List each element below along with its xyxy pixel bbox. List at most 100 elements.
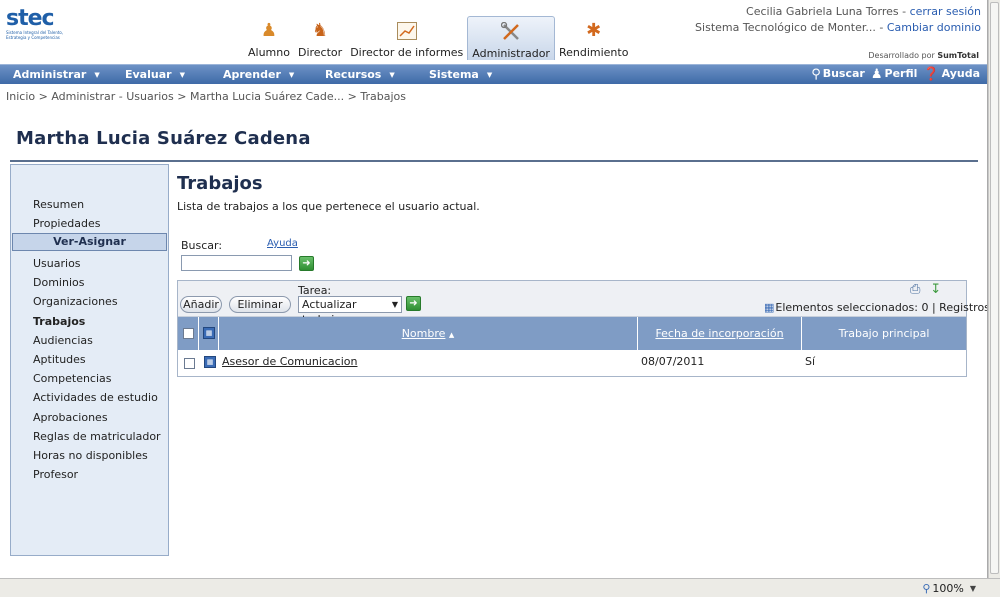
delete-button[interactable]: Eliminar — [229, 296, 291, 313]
search-icon: ⚲ — [811, 67, 821, 82]
menu-sistema[interactable]: Sistema ▼ — [429, 68, 492, 81]
developed-by-prefix: Desarrollado por — [868, 51, 935, 60]
tool-label: Buscar — [822, 67, 865, 80]
chevron-down-icon: ▼ — [389, 71, 395, 79]
search-input[interactable] — [181, 255, 292, 271]
chevron-down-icon: ▼ — [288, 71, 295, 79]
search-label: Buscar: — [181, 239, 223, 252]
chevron-down-icon: ▼ — [969, 584, 976, 593]
help-link[interactable]: Ayuda — [267, 238, 298, 249]
table-row: ▦ Asesor de Comunicacion 08/07/2011 Sí — [178, 350, 966, 376]
select-all-checkbox[interactable] — [183, 328, 194, 339]
menu-evaluar[interactable]: Evaluar ▼ — [125, 68, 185, 81]
help-tool[interactable]: ❓ Ayuda — [923, 67, 980, 82]
role-director[interactable]: ♞ Director — [294, 16, 346, 60]
nav-item-dominios[interactable]: Dominios — [33, 276, 84, 289]
zoom-control[interactable]: ⚲ 100% ▼ — [922, 582, 976, 595]
tool-label: Perfil — [884, 67, 918, 80]
nav-item-audiencias[interactable]: Audiencias — [33, 334, 93, 347]
chevron-down-icon: ▼ — [94, 71, 100, 79]
header-nombre[interactable]: Nombre ▲ — [219, 317, 638, 350]
vertical-scrollbar[interactable] — [988, 0, 1000, 578]
grid-tool-icons: ⎙ ↧ — [910, 282, 941, 297]
menu-label: Administrar — [13, 68, 87, 81]
menu-recursos[interactable]: Recursos ▼ — [325, 68, 395, 81]
nav-item-aprobaciones[interactable]: Aprobaciones — [33, 411, 108, 424]
role-switcher: ♟ Alumno ♞ Director Director de informes… — [244, 16, 632, 60]
change-domain-link[interactable]: Cambiar dominio — [887, 21, 981, 34]
role-label: Rendimiento — [558, 46, 629, 59]
print-icon[interactable]: ⎙ — [910, 282, 920, 297]
sort-nombre-link[interactable]: Nombre — [402, 327, 446, 340]
runner-icon: ✱ — [586, 20, 602, 41]
report-chart-icon — [396, 20, 418, 42]
section-heading: Trabajos — [177, 173, 263, 194]
stec-logo[interactable]: stec Sistema Integral del Talento, Estra… — [6, 8, 66, 50]
profile-tool[interactable]: ♟ Perfil — [871, 67, 918, 82]
nav-item-profesor[interactable]: Profesor — [33, 468, 78, 481]
menu-administrar[interactable]: Administrar ▼ — [13, 68, 100, 81]
browser-status-bar: ⚲ 100% ▼ — [0, 578, 1000, 597]
tool-label: Ayuda — [941, 67, 980, 80]
menu-aprender[interactable]: Aprender ▼ — [223, 68, 294, 81]
chevron-down-icon: ▼ — [391, 300, 398, 309]
nav-item-usuarios[interactable]: Usuarios — [33, 257, 81, 270]
breadcrumb[interactable]: Inicio > Administrar - Usuarios > Martha… — [6, 90, 406, 103]
developed-by: Desarrollado por SumTotal — [868, 51, 979, 60]
main-menu-bar: Administrar ▼ Evaluar ▼ Aprender ▼ Recursos… — [0, 64, 987, 84]
menu-label: Recursos — [325, 68, 382, 81]
user-box: Cecilia Gabriela Luna Torres - cerrar se… — [695, 4, 981, 36]
nav-item-propiedades[interactable]: Propiedades — [33, 217, 100, 230]
help-icon: ❓ — [923, 67, 940, 82]
header-type-col: ▦ — [199, 317, 219, 350]
logo-subtitle: Sistema Integral del Talento, Estrategia… — [6, 30, 64, 40]
task-go-button[interactable]: ➜ — [406, 296, 421, 311]
sort-fecha-link[interactable]: Fecha de incorporación — [655, 327, 783, 340]
cell-fecha: 08/07/2011 — [641, 355, 705, 368]
sort-asc-icon: ▲ — [448, 331, 455, 339]
search-tool[interactable]: ⚲ Buscar — [811, 67, 865, 82]
chevron-down-icon: ▼ — [486, 71, 493, 79]
title-divider — [10, 160, 978, 162]
job-name-link[interactable]: Asesor de Comunicacion — [222, 355, 357, 368]
search-go-button[interactable]: ➜ — [299, 256, 314, 271]
selection-icon: ▦ — [764, 301, 775, 314]
arrow-right-icon: ➜ — [302, 258, 311, 269]
separator: - — [898, 5, 910, 18]
nav-item-competencias[interactable]: Competencias — [33, 372, 112, 385]
role-alumno[interactable]: ♟ Alumno — [244, 16, 294, 60]
role-label: Alumno — [248, 46, 290, 59]
profile-icon: ♟ — [870, 67, 883, 82]
left-nav: Resumen Propiedades Ver-Asignar Usuarios… — [10, 164, 169, 556]
page-title: Martha Lucia Suárez Cadena — [16, 128, 311, 149]
export-icon[interactable]: ↧ — [930, 282, 941, 297]
grid-toolbar: Añadir Eliminar Tarea: Actualizar trabaj… — [178, 281, 987, 326]
nav-item-resumen[interactable]: Resumen — [33, 198, 84, 211]
header-tools: ⚲ Buscar ♟ Perfil ❓ Ayuda — [811, 67, 980, 82]
arrow-right-icon: ➜ — [409, 298, 418, 309]
cell-nombre: Asesor de Comunicacion — [222, 355, 357, 368]
header-fecha[interactable]: Fecha de incorporación — [638, 317, 802, 350]
role-rendimiento[interactable]: ✱ Rendimiento — [555, 16, 632, 60]
nav-item-trabajos[interactable]: Trabajos — [33, 315, 85, 328]
role-label: Director — [297, 46, 343, 59]
add-button[interactable]: Añadir — [180, 296, 222, 313]
role-director-informes[interactable]: Director de informes — [346, 16, 467, 60]
logo-mark: stec — [6, 6, 55, 31]
nav-item-actividades[interactable]: Actividades de estudio — [33, 391, 158, 404]
scroll-thumb[interactable] — [990, 2, 999, 574]
nav-item-horas[interactable]: Horas no disponibles — [33, 449, 148, 462]
header-trabajo-principal: Trabajo principal — [838, 327, 930, 340]
task-select[interactable]: Actualizar trabajos▼ — [298, 296, 402, 326]
row-checkbox[interactable] — [184, 358, 195, 369]
domain-name: Sistema Tecnológico de Monter... — [695, 21, 876, 34]
selection-info-text: Elementos seleccionados: 0 | Registros: … — [775, 301, 988, 314]
section-description: Lista de trabajos a los que pertenece el… — [177, 200, 480, 213]
nav-item-reglas[interactable]: Reglas de matriculador — [33, 430, 161, 443]
nav-item-organizaciones[interactable]: Organizaciones — [33, 295, 118, 308]
chevron-down-icon: ▼ — [179, 71, 185, 79]
logout-link[interactable]: cerrar sesión — [910, 5, 981, 18]
jobs-grid: Añadir Eliminar Tarea: Actualizar trabaj… — [177, 280, 987, 377]
nav-item-aptitudes[interactable]: Aptitudes — [33, 353, 86, 366]
role-administrador[interactable]: Administrador — [467, 16, 555, 60]
